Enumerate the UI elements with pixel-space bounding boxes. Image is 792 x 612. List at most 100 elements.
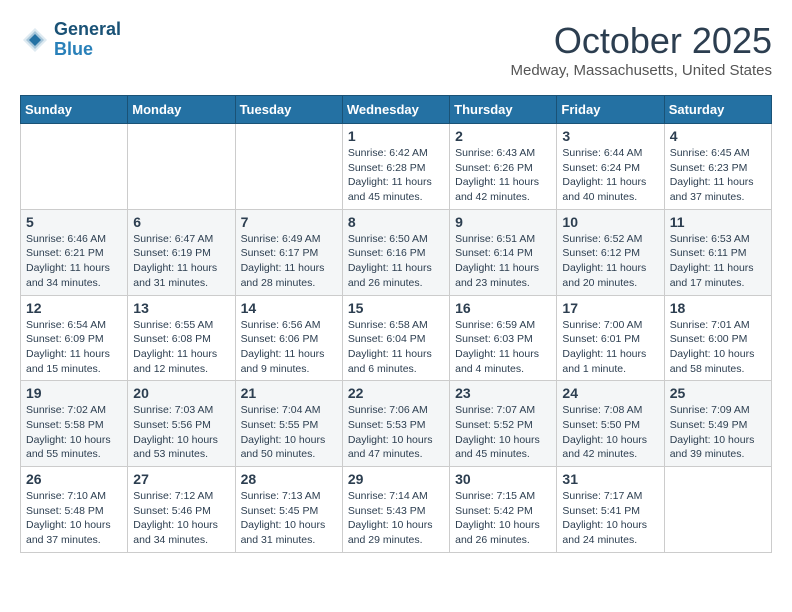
day-info: Sunrise: 6:44 AMSunset: 6:24 PMDaylight:… (562, 146, 658, 205)
header-cell-tuesday: Tuesday (235, 96, 342, 124)
header-cell-wednesday: Wednesday (342, 96, 449, 124)
day-cell: 16Sunrise: 6:59 AMSunset: 6:03 PMDayligh… (450, 295, 557, 381)
day-number: 25 (670, 385, 766, 401)
header-cell-thursday: Thursday (450, 96, 557, 124)
day-number: 8 (348, 214, 444, 230)
day-info: Sunrise: 6:47 AMSunset: 6:19 PMDaylight:… (133, 232, 229, 291)
day-info: Sunrise: 6:52 AMSunset: 6:12 PMDaylight:… (562, 232, 658, 291)
day-info: Sunrise: 6:58 AMSunset: 6:04 PMDaylight:… (348, 318, 444, 377)
calendar-table: SundayMondayTuesdayWednesdayThursdayFrid… (20, 95, 772, 553)
day-number: 21 (241, 385, 337, 401)
day-info: Sunrise: 6:46 AMSunset: 6:21 PMDaylight:… (26, 232, 122, 291)
day-number: 14 (241, 300, 337, 316)
day-number: 12 (26, 300, 122, 316)
day-cell: 28 Sunrise: 7:13 AMSunset: 5:45 PMDayligh… (235, 467, 342, 553)
day-number: 11 (670, 214, 766, 230)
day-cell: 30 Sunrise: 7:15 AMSunset: 5:42 PMDayligh… (450, 467, 557, 553)
day-cell (128, 124, 235, 210)
logo-line2: Blue (54, 40, 121, 60)
month-title: October 2025 (510, 20, 772, 62)
title-block: October 2025 Medway, Massachusetts, Unit… (510, 20, 772, 79)
day-info: Sunrise: 7:00 AMSunset: 6:01 PMDaylight:… (562, 318, 658, 377)
day-cell: 25 Sunrise: 7:09 AMSunset: 5:49 PMDayligh… (664, 381, 771, 467)
day-cell: 21Sunrise: 7:04 AMSunset: 5:55 PMDayligh… (235, 381, 342, 467)
day-number: 5 (26, 214, 122, 230)
day-cell: 23 Sunrise: 7:07 AMSunset: 5:52 PMDayligh… (450, 381, 557, 467)
day-cell: 22Sunrise: 7:06 AMSunset: 5:53 PMDayligh… (342, 381, 449, 467)
day-cell: 31Sunrise: 7:17 AMSunset: 5:41 PMDayligh… (557, 467, 664, 553)
day-info: Sunrise: 6:50 AMSunset: 6:16 PMDaylight:… (348, 232, 444, 291)
logo-text: General Blue (54, 20, 121, 60)
day-cell: 5 Sunrise: 6:46 AMSunset: 6:21 PMDaylight… (21, 209, 128, 295)
day-info: Sunrise: 7:12 AMSunset: 5:46 PMDaylight:… (133, 489, 229, 548)
day-cell: 20 Sunrise: 7:03 AMSunset: 5:56 PMDayligh… (128, 381, 235, 467)
day-cell: 24Sunrise: 7:08 AMSunset: 5:50 PMDayligh… (557, 381, 664, 467)
day-number: 1 (348, 128, 444, 144)
day-cell (235, 124, 342, 210)
day-cell: 19 Sunrise: 7:02 AMSunset: 5:58 PMDayligh… (21, 381, 128, 467)
day-cell: 9Sunrise: 6:51 AMSunset: 6:14 PMDaylight… (450, 209, 557, 295)
day-cell: 7 Sunrise: 6:49 AMSunset: 6:17 PMDaylight… (235, 209, 342, 295)
day-info: Sunrise: 6:55 AMSunset: 6:08 PMDaylight:… (133, 318, 229, 377)
day-cell: 26 Sunrise: 7:10 AMSunset: 5:48 PMDayligh… (21, 467, 128, 553)
day-number: 19 (26, 385, 122, 401)
day-info: Sunrise: 6:49 AMSunset: 6:17 PMDaylight:… (241, 232, 337, 291)
day-number: 9 (455, 214, 551, 230)
location: Medway, Massachusetts, United States (510, 62, 772, 79)
day-number: 15 (348, 300, 444, 316)
day-info: Sunrise: 7:13 AMSunset: 5:45 PMDaylight:… (241, 489, 337, 548)
day-number: 24 (562, 385, 658, 401)
logo-icon (20, 25, 50, 55)
day-info: Sunrise: 7:07 AMSunset: 5:52 PMDaylight:… (455, 403, 551, 462)
day-number: 3 (562, 128, 658, 144)
day-cell: 11 Sunrise: 6:53 AMSunset: 6:11 PMDayligh… (664, 209, 771, 295)
day-number: 6 (133, 214, 229, 230)
day-number: 26 (26, 471, 122, 487)
day-info: Sunrise: 6:53 AMSunset: 6:11 PMDaylight:… (670, 232, 766, 291)
day-info: Sunrise: 6:42 AMSunset: 6:28 PMDaylight:… (348, 146, 444, 205)
day-info: Sunrise: 6:59 AMSunset: 6:03 PMDaylight:… (455, 318, 551, 377)
day-cell: 14 Sunrise: 6:56 AMSunset: 6:06 PMDayligh… (235, 295, 342, 381)
day-info: Sunrise: 7:03 AMSunset: 5:56 PMDaylight:… (133, 403, 229, 462)
day-cell: 15 Sunrise: 6:58 AMSunset: 6:04 PMDayligh… (342, 295, 449, 381)
day-cell (21, 124, 128, 210)
day-info: Sunrise: 7:01 AMSunset: 6:00 PMDaylight:… (670, 318, 766, 377)
week-row-4: 19 Sunrise: 7:02 AMSunset: 5:58 PMDayligh… (21, 381, 772, 467)
day-cell: 2Sunrise: 6:43 AMSunset: 6:26 PMDaylight… (450, 124, 557, 210)
day-info: Sunrise: 7:10 AMSunset: 5:48 PMDaylight:… (26, 489, 122, 548)
logo: General Blue (20, 20, 121, 60)
day-info: Sunrise: 7:17 AMSunset: 5:41 PMDaylight:… (562, 489, 658, 548)
day-cell: 4 Sunrise: 6:45 AMSunset: 6:23 PMDaylight… (664, 124, 771, 210)
day-number: 30 (455, 471, 551, 487)
day-number: 2 (455, 128, 551, 144)
day-cell: 12 Sunrise: 6:54 AMSunset: 6:09 PMDayligh… (21, 295, 128, 381)
day-cell: 3 Sunrise: 6:44 AMSunset: 6:24 PMDaylight… (557, 124, 664, 210)
day-cell: 29Sunrise: 7:14 AMSunset: 5:43 PMDayligh… (342, 467, 449, 553)
week-row-3: 12 Sunrise: 6:54 AMSunset: 6:09 PMDayligh… (21, 295, 772, 381)
day-number: 28 (241, 471, 337, 487)
day-number: 27 (133, 471, 229, 487)
day-cell: 18 Sunrise: 7:01 AMSunset: 6:00 PMDayligh… (664, 295, 771, 381)
day-number: 10 (562, 214, 658, 230)
day-cell: 13Sunrise: 6:55 AMSunset: 6:08 PMDayligh… (128, 295, 235, 381)
day-info: Sunrise: 6:54 AMSunset: 6:09 PMDaylight:… (26, 318, 122, 377)
day-cell: 1 Sunrise: 6:42 AMSunset: 6:28 PMDaylight… (342, 124, 449, 210)
day-info: Sunrise: 7:02 AMSunset: 5:58 PMDaylight:… (26, 403, 122, 462)
day-info: Sunrise: 6:56 AMSunset: 6:06 PMDaylight:… (241, 318, 337, 377)
day-number: 22 (348, 385, 444, 401)
day-number: 4 (670, 128, 766, 144)
logo-line1: General (54, 20, 121, 40)
day-info: Sunrise: 7:15 AMSunset: 5:42 PMDaylight:… (455, 489, 551, 548)
header-cell-sunday: Sunday (21, 96, 128, 124)
day-number: 7 (241, 214, 337, 230)
day-info: Sunrise: 7:09 AMSunset: 5:49 PMDaylight:… (670, 403, 766, 462)
day-number: 17 (562, 300, 658, 316)
day-cell: 10 Sunrise: 6:52 AMSunset: 6:12 PMDayligh… (557, 209, 664, 295)
header-cell-friday: Friday (557, 96, 664, 124)
day-cell: 8 Sunrise: 6:50 AMSunset: 6:16 PMDaylight… (342, 209, 449, 295)
day-number: 20 (133, 385, 229, 401)
header-cell-monday: Monday (128, 96, 235, 124)
day-number: 18 (670, 300, 766, 316)
day-number: 23 (455, 385, 551, 401)
day-info: Sunrise: 6:45 AMSunset: 6:23 PMDaylight:… (670, 146, 766, 205)
